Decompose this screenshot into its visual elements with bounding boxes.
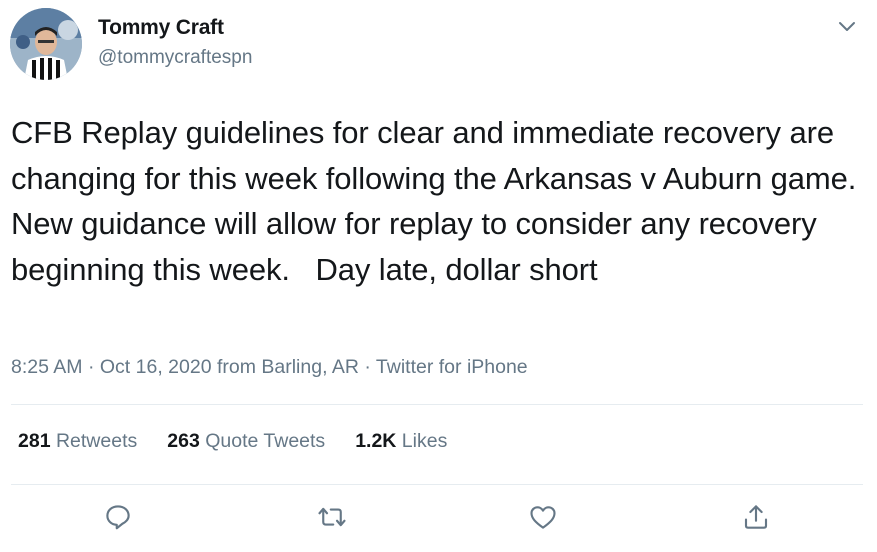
share-icon xyxy=(744,505,768,529)
referee-avatar-image xyxy=(10,8,82,80)
retweet-icon xyxy=(318,507,346,527)
meta-separator: · xyxy=(358,356,376,378)
retweets-stat[interactable]: 281 Retweets xyxy=(18,430,137,453)
quote-tweets-count: 263 xyxy=(167,430,200,452)
divider xyxy=(11,484,863,485)
share-button[interactable] xyxy=(739,500,773,534)
meta-separator: · xyxy=(82,356,100,378)
quote-tweets-label: Quote Tweets xyxy=(199,430,326,452)
retweet-button[interactable] xyxy=(315,500,349,534)
reply-icon xyxy=(106,505,130,530)
reply-button[interactable] xyxy=(101,500,135,534)
chevron-down-icon[interactable] xyxy=(835,14,859,38)
tweet-date-location[interactable]: Oct 16, 2020 from Barling, AR xyxy=(100,356,359,378)
likes-stat[interactable]: 1.2K Likes xyxy=(355,430,447,453)
action-bar xyxy=(0,500,877,534)
display-name[interactable]: Tommy Craft xyxy=(98,16,224,40)
heart-icon xyxy=(530,506,556,529)
tweet-metadata: 8:25 AM · Oct 16, 2020 from Barling, AR … xyxy=(11,356,528,379)
retweets-count: 281 xyxy=(18,430,51,452)
divider xyxy=(11,404,863,405)
tweet-text: CFB Replay guidelines for clear and imme… xyxy=(11,115,874,287)
tweet-card: Tommy Craft @tommycraftespn CFB Replay g… xyxy=(0,0,877,552)
like-button[interactable] xyxy=(526,500,560,534)
tweet-source[interactable]: Twitter for iPhone xyxy=(376,356,528,378)
tweet-time[interactable]: 8:25 AM xyxy=(11,356,83,378)
handle[interactable]: @tommycraftespn xyxy=(98,47,252,69)
likes-count: 1.2K xyxy=(355,430,397,452)
engagement-stats: 281 Retweets 263 Quote Tweets 1.2K Likes xyxy=(18,430,477,453)
avatar[interactable] xyxy=(10,8,82,80)
retweets-label: Retweets xyxy=(50,430,138,452)
quote-tweets-stat[interactable]: 263 Quote Tweets xyxy=(167,430,325,453)
likes-label: Likes xyxy=(396,430,448,452)
